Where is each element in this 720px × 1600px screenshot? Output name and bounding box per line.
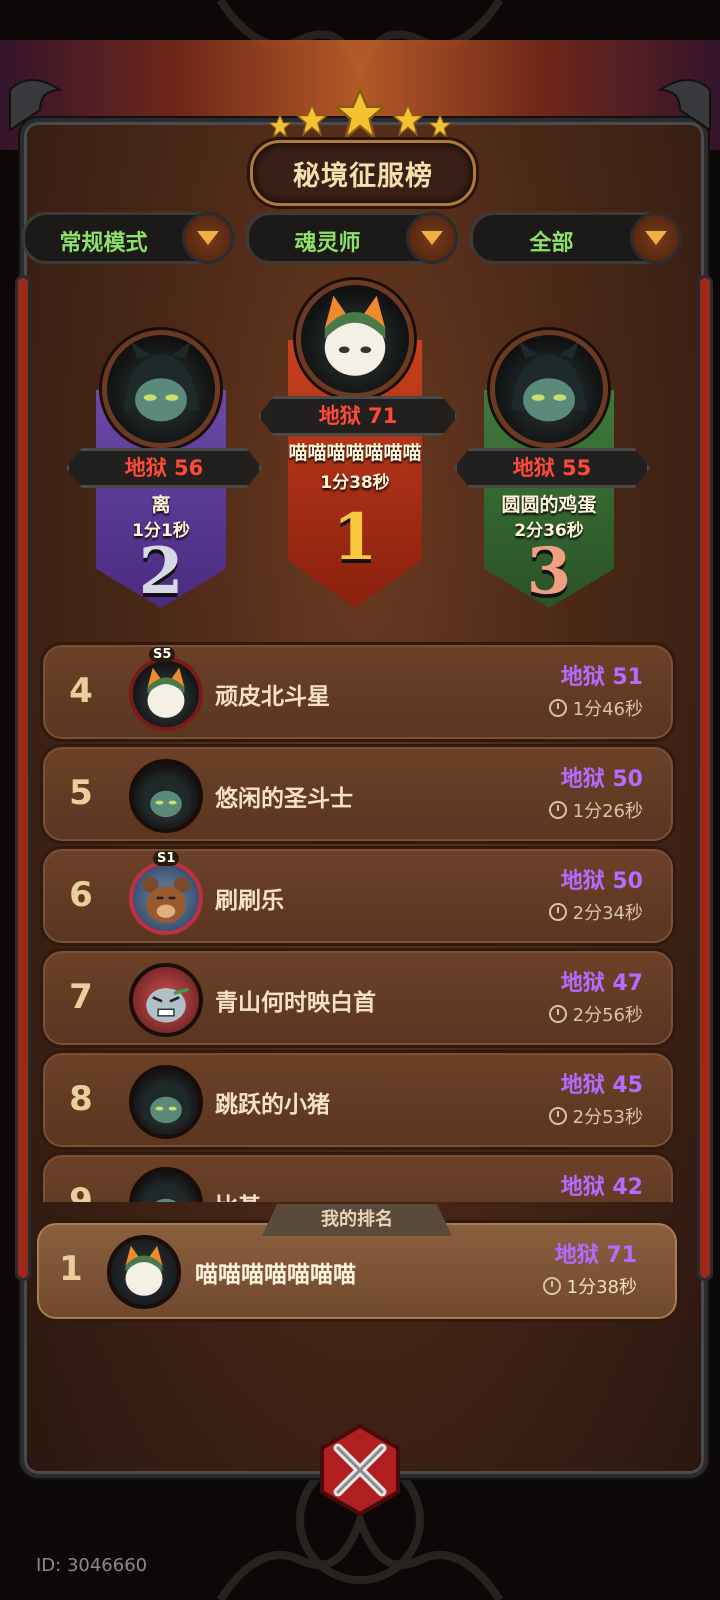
- row-rank: 8: [69, 1079, 93, 1119]
- mode-filter-dropdown[interactable]: 常规模式: [22, 212, 234, 264]
- chevron-down-icon[interactable]: [630, 212, 682, 264]
- filter-bar: 常规模式 魂灵师 全部: [22, 212, 698, 264]
- row-time: 1分46秒: [548, 695, 643, 721]
- right-rail: [700, 278, 710, 1278]
- hooded-cat-icon: [129, 1065, 203, 1139]
- podium-name: 圆圆的鸡蛋: [501, 494, 597, 516]
- hooded-cat-icon: [129, 1167, 203, 1202]
- clock-icon: [548, 699, 567, 717]
- row-rank: 4: [69, 671, 93, 711]
- page-title: 秘境征服榜: [250, 140, 476, 206]
- ranking-row[interactable]: 4 S5 顽皮北斗星 地狱 51 1分46秒: [40, 642, 676, 742]
- podium-level: 地狱 55: [454, 448, 650, 488]
- podium-level: 地狱 71: [258, 396, 458, 436]
- row-time-value: 1分46秒: [572, 699, 643, 720]
- podium-third[interactable]: 地狱 55 圆圆的鸡蛋 2分36秒 3: [454, 330, 650, 610]
- row-name: 跳跃的小猪: [215, 1092, 330, 1118]
- scope-filter-dropdown[interactable]: 全部: [470, 212, 682, 264]
- podium-rank: 2: [138, 534, 184, 609]
- ranking-row[interactable]: 5 悠闲的圣斗士 地狱 50 1分26秒: [40, 744, 676, 844]
- mode-filter-label: 常规模式: [59, 231, 148, 256]
- ranking-row[interactable]: 7 青山何时映白首 地狱 47 2分56秒: [40, 948, 676, 1048]
- my-rank-tab: 我的排名: [262, 1204, 452, 1236]
- player-id: ID: 3046660: [36, 1555, 148, 1576]
- row-level: 地狱 51: [560, 665, 643, 690]
- chevron-down-icon[interactable]: [182, 212, 234, 264]
- row-rank: 6: [69, 875, 93, 915]
- row-level: 地狱 42: [560, 1175, 643, 1200]
- clock-icon: [542, 1277, 561, 1295]
- row-time-value: 1分26秒: [572, 801, 643, 822]
- row-time-value: 2分34秒: [572, 903, 643, 924]
- fox-hero-icon: [296, 280, 414, 398]
- row-name: 刷刷乐: [215, 888, 284, 914]
- row-rank: 7: [69, 977, 93, 1017]
- row-name: 比基: [215, 1187, 261, 1202]
- row-rank: 9: [69, 1181, 93, 1202]
- row-name: 青山何时映白首: [215, 990, 376, 1016]
- podium-level: 地狱 56: [66, 448, 262, 488]
- row-level: 地狱 47: [560, 971, 643, 996]
- chevron-down-icon[interactable]: [406, 212, 458, 264]
- podium-time: 1分38秒: [320, 473, 390, 493]
- ranking-list[interactable]: 4 S5 顽皮北斗星 地狱 51 1分46秒 5 悠闲的圣斗士 地狱 50 1分…: [40, 642, 680, 1202]
- my-rank-number: 1: [59, 1249, 83, 1289]
- row-time: 2分53秒: [548, 1103, 643, 1129]
- row-rank: 5: [69, 773, 93, 813]
- close-icon[interactable]: [310, 1420, 410, 1520]
- podium-rank: 3: [526, 534, 572, 609]
- podium-name: 离: [151, 494, 171, 516]
- left-rail: [18, 278, 28, 1278]
- class-filter-label: 魂灵师: [294, 231, 361, 256]
- season-badge: S1: [153, 851, 180, 866]
- scope-filter-label: 全部: [529, 231, 574, 256]
- star-rating-icon: [268, 88, 452, 140]
- row-name: 顽皮北斗星: [215, 684, 330, 710]
- row-time-value: 2分56秒: [572, 1005, 643, 1026]
- my-rank-level: 地狱 71: [554, 1243, 637, 1268]
- class-filter-dropdown[interactable]: 魂灵师: [246, 212, 458, 264]
- clock-icon: [548, 1005, 567, 1023]
- clock-icon: [548, 1107, 567, 1125]
- fox-hero-icon: [129, 657, 203, 731]
- season-badge: S5: [149, 647, 176, 662]
- row-time: 2分56秒: [548, 1001, 643, 1027]
- clock-icon: [548, 801, 567, 819]
- hooded-cat-icon: [490, 330, 608, 448]
- fox-hero-icon: [107, 1235, 181, 1309]
- podium-rank: 1: [332, 500, 378, 575]
- clock-icon: [548, 903, 567, 921]
- row-time: 1分26秒: [548, 797, 643, 823]
- hooded-cat-icon: [102, 330, 220, 448]
- podium-name: 喵喵喵喵喵喵喵: [288, 442, 422, 464]
- podium-first[interactable]: 地狱 71 喵喵喵喵喵喵喵 1分38秒 1: [258, 280, 458, 610]
- row-name: 悠闲的圣斗士: [215, 786, 353, 812]
- ranking-row[interactable]: 9 比基 地狱 42: [40, 1152, 676, 1202]
- row-time-value: 2分53秒: [572, 1107, 643, 1128]
- row-level: 地狱 45: [560, 1073, 643, 1098]
- row-level: 地狱 50: [560, 869, 643, 894]
- angry-cat-icon: [129, 963, 203, 1037]
- hooded-cat-icon: [129, 759, 203, 833]
- my-rank-name: 喵喵喵喵喵喵喵: [195, 1262, 356, 1288]
- bear-icon: [129, 861, 203, 935]
- row-level: 地狱 50: [560, 767, 643, 792]
- ranking-row[interactable]: 6 S1 刷刷乐 地狱 50 2分34秒: [40, 846, 676, 946]
- row-time: 2分34秒: [548, 899, 643, 925]
- ranking-row[interactable]: 8 跳跃的小猪 地狱 45 2分53秒: [40, 1050, 676, 1150]
- my-rank-time-value: 1分38秒: [566, 1277, 637, 1298]
- my-rank-time: 1分38秒: [542, 1273, 637, 1299]
- podium-second[interactable]: 地狱 56 离 1分1秒 2: [66, 330, 262, 610]
